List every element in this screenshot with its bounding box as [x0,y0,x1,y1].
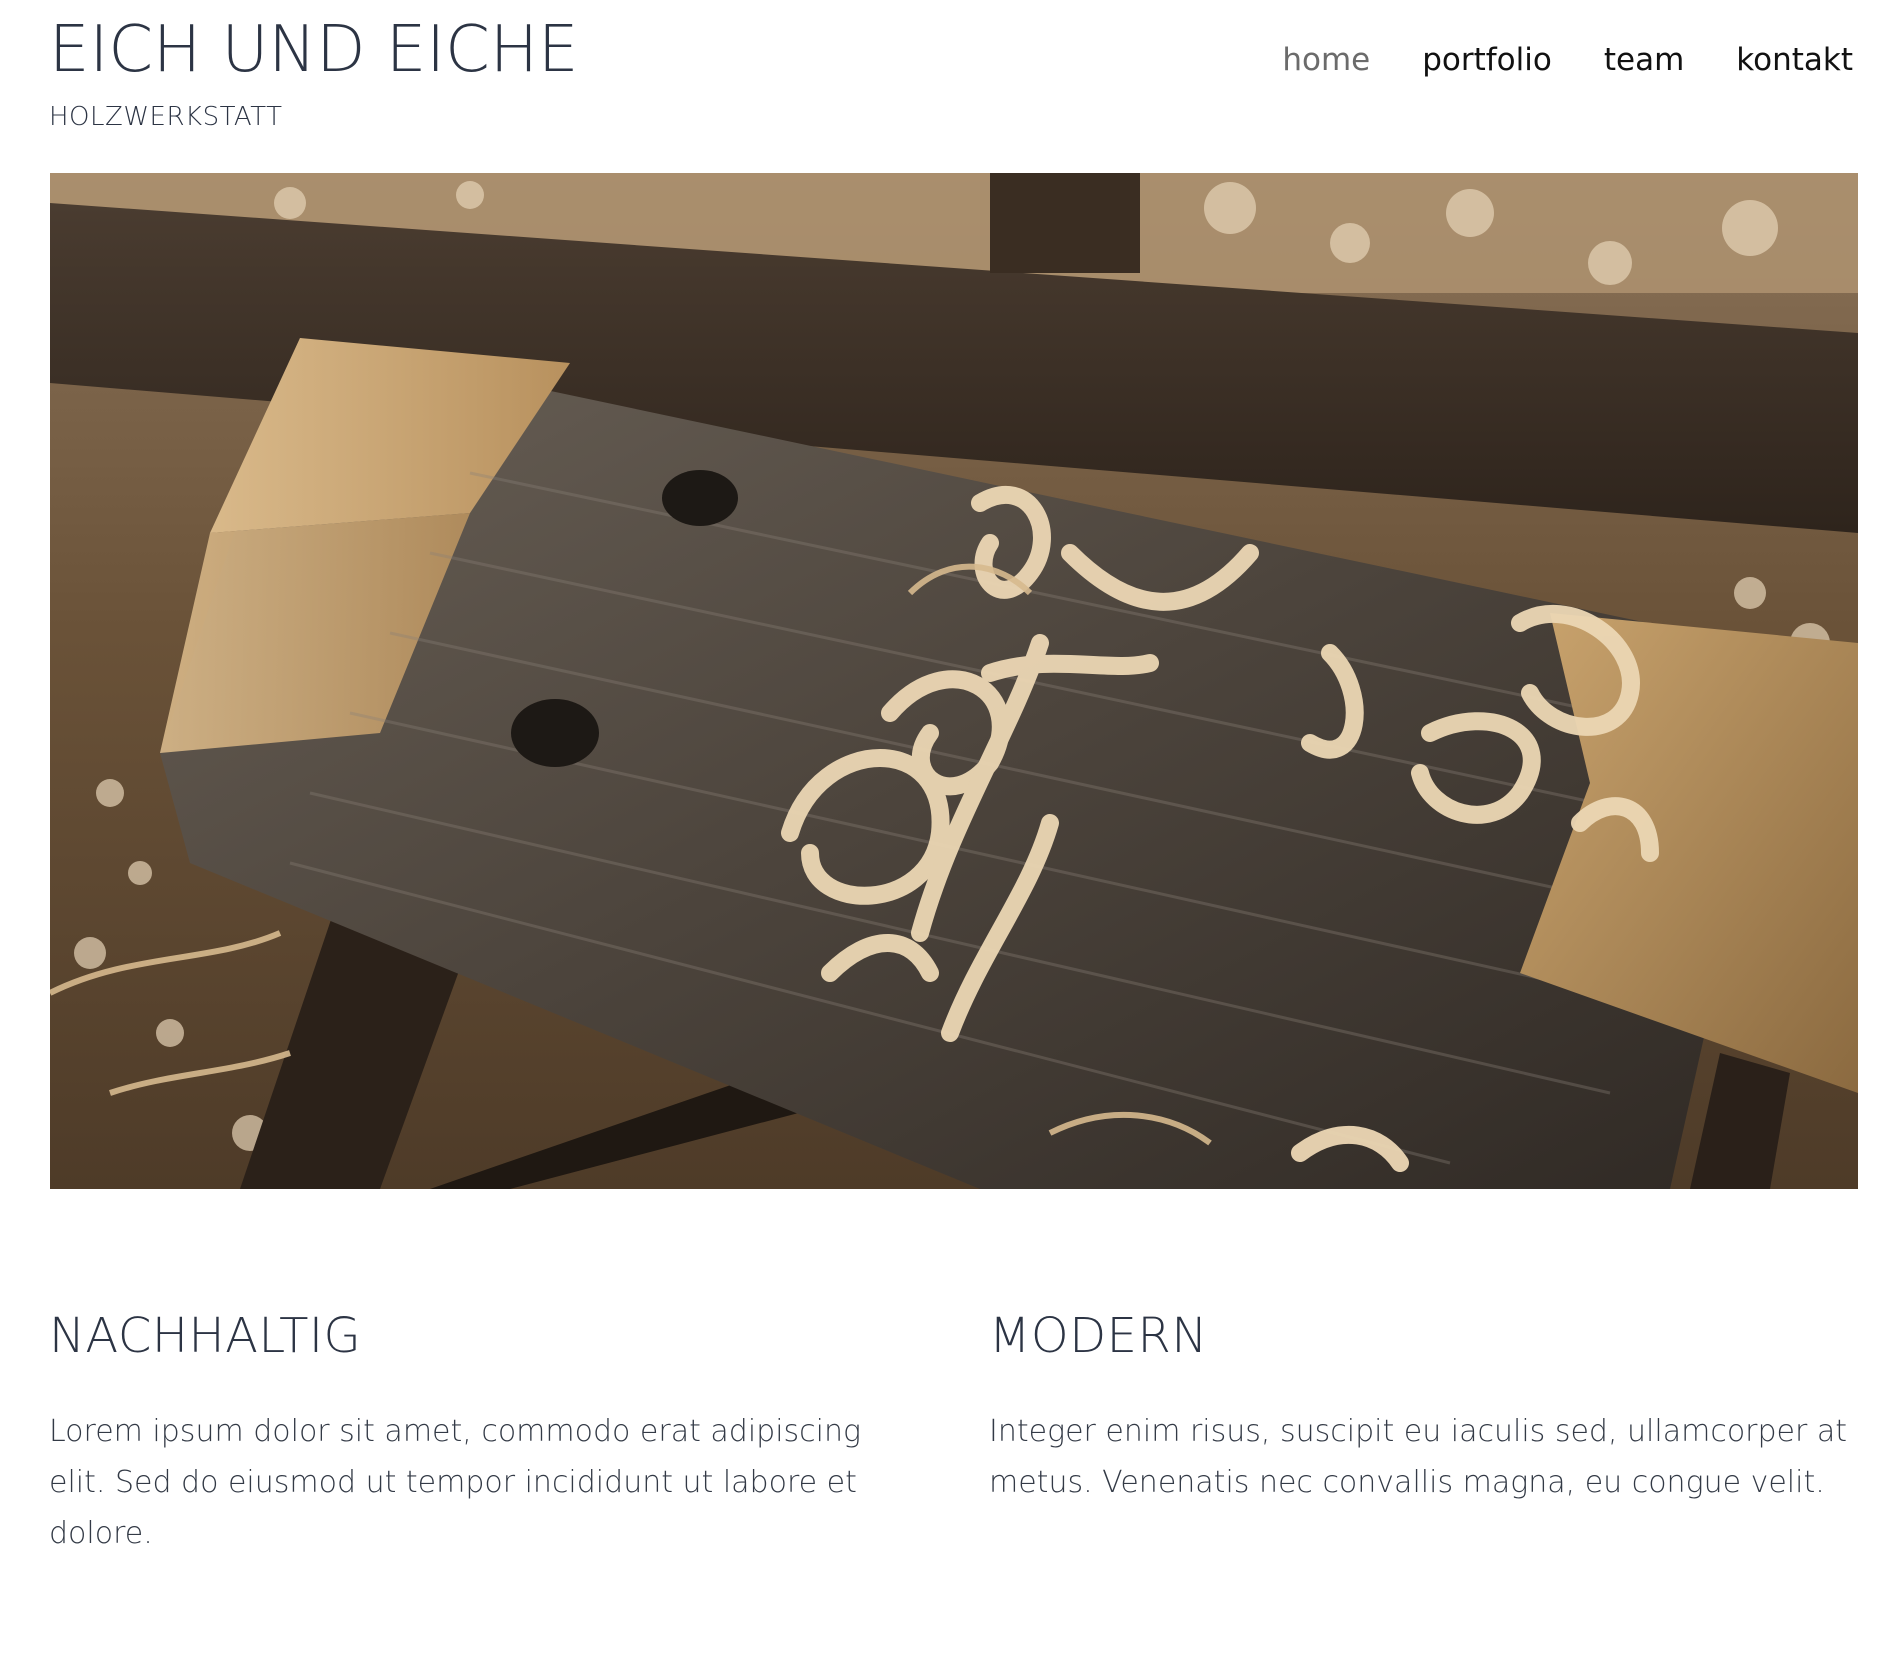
feature-modern: MODERN Integer enim risus, suscipit eu i… [989,1308,1857,1559]
page: EICH UND EICHE HOLZWERKSTATT home portfo… [0,0,1902,1680]
nav-item-team[interactable]: team [1604,40,1684,80]
nav-item-home[interactable]: home [1282,40,1370,80]
nav-item-portfolio[interactable]: portfolio [1422,40,1552,80]
features-section: NACHHALTIG Lorem ipsum dolor sit amet, c… [49,1308,1857,1559]
feature-text: Lorem ipsum dolor sit amet, commodo erat… [49,1414,862,1551]
site-subtitle: HOLZWERKSTATT [49,102,283,132]
woodworking-photo-icon [50,173,1858,1189]
site-title[interactable]: EICH UND EICHE [49,10,578,90]
nav-item-kontakt[interactable]: kontakt [1736,40,1853,80]
hero-image [50,173,1858,1189]
feature-text: Integer enim risus, suscipit eu iaculis … [989,1414,1848,1500]
feature-heading: NACHHALTIG [49,1308,362,1364]
feature-heading: MODERN [989,1308,1208,1364]
feature-nachhaltig: NACHHALTIG Lorem ipsum dolor sit amet, c… [49,1308,917,1559]
site-header: EICH UND EICHE HOLZWERKSTATT home portfo… [0,0,1902,172]
main-nav: home portfolio team kontakt [1282,40,1853,80]
